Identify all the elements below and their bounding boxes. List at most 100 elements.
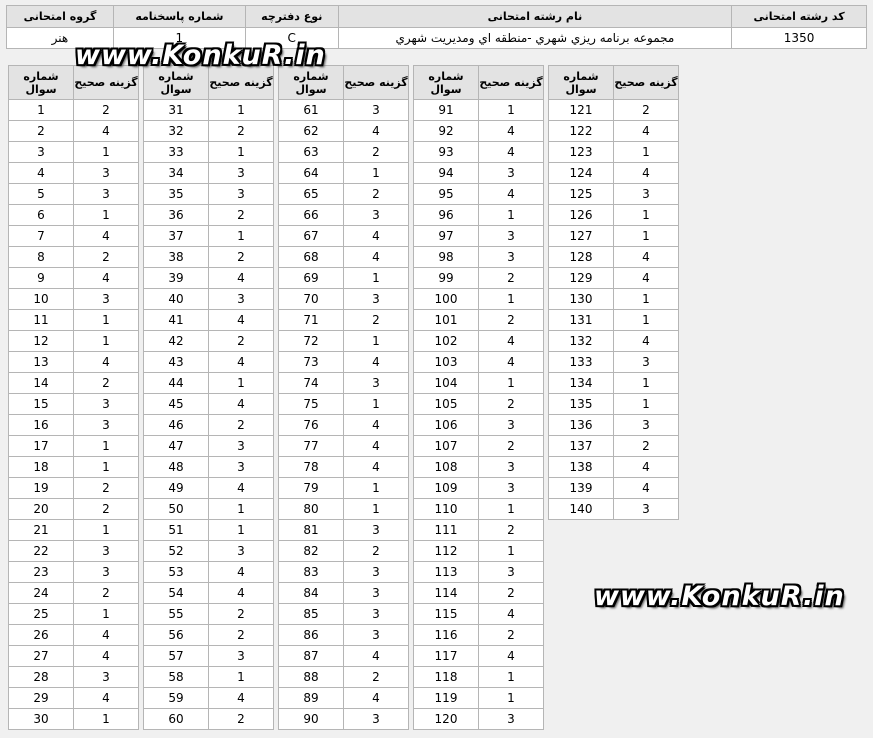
question-number: 62 bbox=[278, 120, 344, 142]
answer-row: 4 122 bbox=[548, 120, 679, 142]
question-number: 25 bbox=[8, 603, 74, 625]
question-number: 92 bbox=[413, 120, 479, 142]
question-number: 90 bbox=[278, 708, 344, 730]
correct-option: 1 bbox=[478, 687, 544, 709]
correct-option: 4 bbox=[343, 414, 409, 436]
answer-row: 3 16 bbox=[8, 414, 139, 436]
answer-row: 1 118 bbox=[413, 666, 544, 688]
question-number: 80 bbox=[278, 498, 344, 520]
answer-row: 4 92 bbox=[413, 120, 544, 142]
correct-option: 1 bbox=[478, 204, 544, 226]
answer-row: 1 50 bbox=[143, 498, 274, 520]
correct-option: 3 bbox=[478, 162, 544, 184]
answer-row: 3 74 bbox=[278, 372, 409, 394]
answer-row: 1 51 bbox=[143, 519, 274, 541]
question-header: شماره سوال bbox=[413, 65, 479, 100]
question-number: 61 bbox=[278, 99, 344, 121]
answer-row: 1 80 bbox=[278, 498, 409, 520]
correct-option: 2 bbox=[73, 582, 139, 604]
answer-row: 2 88 bbox=[278, 666, 409, 688]
question-number: 55 bbox=[143, 603, 209, 625]
correct-option: 4 bbox=[478, 120, 544, 142]
correct-option: 1 bbox=[613, 204, 679, 226]
answer-row: 4 87 bbox=[278, 645, 409, 667]
correct-option: 4 bbox=[73, 624, 139, 646]
answer-row: 4 78 bbox=[278, 456, 409, 478]
question-number: 76 bbox=[278, 414, 344, 436]
correct-option: 3 bbox=[343, 603, 409, 625]
answer-row: 3 133 bbox=[548, 351, 679, 373]
question-number: 114 bbox=[413, 582, 479, 604]
correct-option: 2 bbox=[208, 603, 274, 625]
correct-option: 3 bbox=[613, 414, 679, 436]
answer-row: 1 72 bbox=[278, 330, 409, 352]
answer-row: 1 75 bbox=[278, 393, 409, 415]
answer-row: 2 24 bbox=[8, 582, 139, 604]
answer-row: 1 91 bbox=[413, 99, 544, 121]
correct-option: 2 bbox=[208, 624, 274, 646]
exam-code-value: 1350 bbox=[731, 27, 867, 49]
correct-option: 4 bbox=[343, 435, 409, 457]
question-number: 95 bbox=[413, 183, 479, 205]
correct-option: 4 bbox=[613, 267, 679, 289]
answer-row: 3 98 bbox=[413, 246, 544, 268]
correct-option: 4 bbox=[343, 687, 409, 709]
question-number: 10 bbox=[8, 288, 74, 310]
question-number: 38 bbox=[143, 246, 209, 268]
correct-option: 4 bbox=[613, 330, 679, 352]
question-number: 112 bbox=[413, 540, 479, 562]
answer-row: 1 69 bbox=[278, 267, 409, 289]
answer-row: 4 54 bbox=[143, 582, 274, 604]
correct-option: 2 bbox=[478, 624, 544, 646]
correct-option: 4 bbox=[613, 477, 679, 499]
answer-row: 2 101 bbox=[413, 309, 544, 331]
question-number: 20 bbox=[8, 498, 74, 520]
question-number: 42 bbox=[143, 330, 209, 352]
question-number: 69 bbox=[278, 267, 344, 289]
answer-row: 35 bbox=[8, 183, 139, 205]
correct-option: 4 bbox=[208, 351, 274, 373]
answer-row: 3 23 bbox=[8, 561, 139, 583]
correct-option: 4 bbox=[478, 645, 544, 667]
answer-row: 1 104 bbox=[413, 372, 544, 394]
answer-row: 4 43 bbox=[143, 351, 274, 373]
correct-option: 3 bbox=[478, 561, 544, 583]
correct-option: 4 bbox=[208, 309, 274, 331]
correct-option: 4 bbox=[73, 687, 139, 709]
watermark-right: www.KonkuR.in bbox=[594, 581, 845, 612]
answer-row: 1 127 bbox=[548, 225, 679, 247]
correct-option: 1 bbox=[478, 666, 544, 688]
question-number: 82 bbox=[278, 540, 344, 562]
correct-option: 1 bbox=[613, 288, 679, 310]
answer-row: 1 21 bbox=[8, 519, 139, 541]
answer-row: 3 106 bbox=[413, 414, 544, 436]
question-number: 6 bbox=[8, 204, 74, 226]
correct-option: 4 bbox=[613, 120, 679, 142]
question-number: 122 bbox=[548, 120, 614, 142]
correct-option: 2 bbox=[613, 435, 679, 457]
question-number: 65 bbox=[278, 183, 344, 205]
question-number: 140 bbox=[548, 498, 614, 520]
answer-row: 4 93 bbox=[413, 141, 544, 163]
answer-row: 4 29 bbox=[8, 687, 139, 709]
question-number: 120 bbox=[413, 708, 479, 730]
answer-row: 4 115 bbox=[413, 603, 544, 625]
answer-row: 47 bbox=[8, 225, 139, 247]
question-number: 86 bbox=[278, 624, 344, 646]
correct-option: 2 bbox=[478, 582, 544, 604]
correct-option: 1 bbox=[613, 393, 679, 415]
question-number: 58 bbox=[143, 666, 209, 688]
question-number: 72 bbox=[278, 330, 344, 352]
correct-option: 4 bbox=[478, 603, 544, 625]
correct-option: 4 bbox=[478, 351, 544, 373]
answer-row: 4 68 bbox=[278, 246, 409, 268]
question-number: 70 bbox=[278, 288, 344, 310]
answer-table-4: گزینه صحیح شماره سوال 1 91 4 92 4 93 3 94 4 95 1 96 3 9… bbox=[413, 65, 544, 730]
correct-option: 2 bbox=[343, 183, 409, 205]
question-number: 75 bbox=[278, 393, 344, 415]
answer-row: 1 131 bbox=[548, 309, 679, 331]
answer-row: 4 26 bbox=[8, 624, 139, 646]
question-number: 138 bbox=[548, 456, 614, 478]
question-number: 103 bbox=[413, 351, 479, 373]
answer-row: 4 139 bbox=[548, 477, 679, 499]
